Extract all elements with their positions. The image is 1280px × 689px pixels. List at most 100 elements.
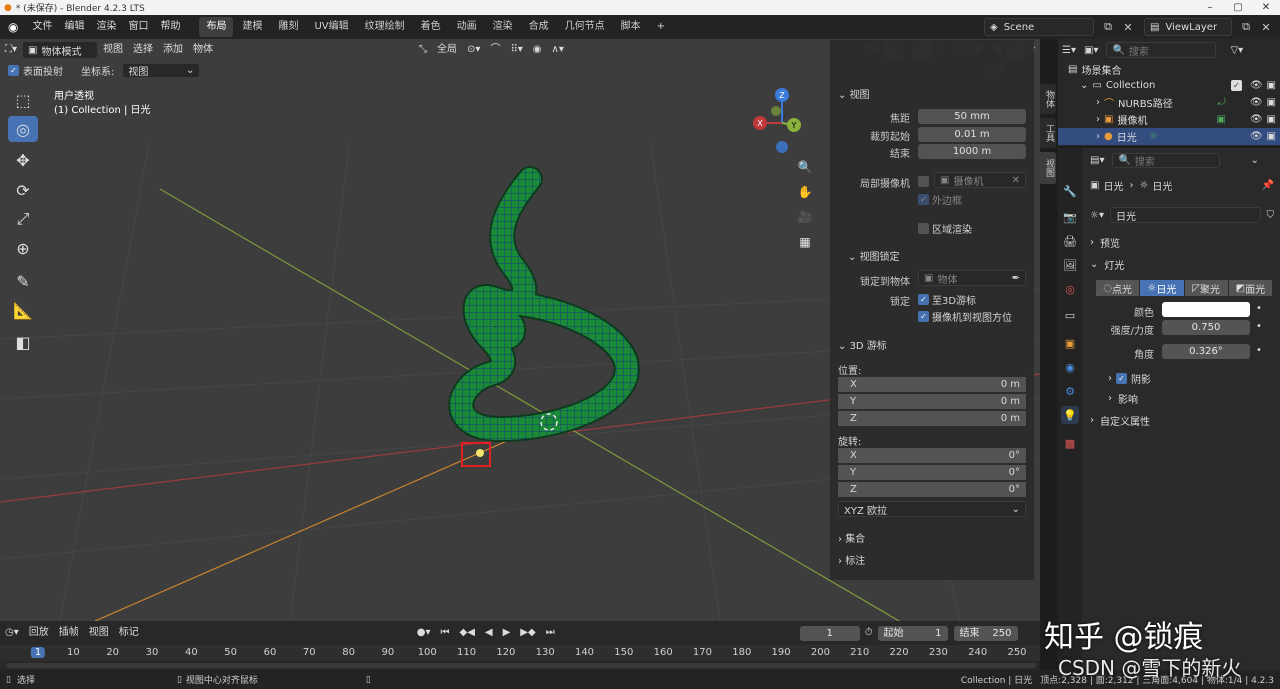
fake-user-shield-icon[interactable]: ⛉ xyxy=(1267,210,1275,221)
preview-range-icon[interactable]: ⏱ xyxy=(860,623,878,643)
preview-panel-header[interactable]: › 预览 xyxy=(1090,233,1274,251)
output-tab-icon[interactable]: 🖨 xyxy=(1061,232,1079,250)
tab-sculpting[interactable]: 雕刻 xyxy=(271,17,305,37)
view-layer-tab-icon[interactable]: 🖼 xyxy=(1061,256,1079,274)
start-frame-field[interactable]: 起始 1 xyxy=(877,625,948,641)
camera-picker[interactable]: ▣ 摄像机 ✕ xyxy=(934,172,1026,188)
local-camera-checkbox[interactable] xyxy=(918,176,929,187)
eye-icon[interactable]: 👁 xyxy=(1250,97,1263,108)
move-tool-icon[interactable]: ✥ xyxy=(8,147,38,173)
delete-scene-icon[interactable]: ✕ xyxy=(1118,18,1138,36)
snap-icon[interactable]: ⌒ xyxy=(485,40,505,60)
play-icon[interactable]: ▶ xyxy=(498,623,516,643)
clip-start-field[interactable]: 0.01 m xyxy=(918,127,1026,142)
editor-type-icon[interactable]: ⛶▾ xyxy=(0,40,22,60)
perspective-toggle-icon[interactable]: ▦ xyxy=(794,231,816,253)
eye-icon[interactable]: 👁 xyxy=(1250,131,1263,142)
tab-shading[interactable]: 着色 xyxy=(414,17,448,37)
current-frame-field[interactable]: 1 xyxy=(799,625,860,641)
snap-settings-icon[interactable]: ⠿▾ xyxy=(505,40,527,60)
coord-system-dropdown[interactable]: 视图 ⌄ xyxy=(122,62,201,78)
outliner-item-camera[interactable]: › ▣ 摄像机 ▣ 👁 ▣ xyxy=(1058,111,1280,128)
physics-tab-icon[interactable]: ◉ xyxy=(1061,358,1079,376)
pin-icon[interactable]: 📌 xyxy=(1262,180,1274,191)
object-tab-icon[interactable]: ▣ xyxy=(1061,334,1079,352)
play-reverse-icon[interactable]: ◀ xyxy=(480,623,498,643)
view-lock-section-header[interactable]: ⌄ 视图锁定 xyxy=(848,248,900,263)
tab-compositing[interactable]: 合成 xyxy=(522,17,556,37)
camera-view-icon[interactable]: 🎥 xyxy=(794,206,816,228)
camera-render-icon[interactable]: ▣ xyxy=(1267,80,1276,91)
expand-icon[interactable]: › xyxy=(1096,131,1100,142)
menu-help[interactable]: 帮助 xyxy=(154,15,186,39)
influence-subpanel-header[interactable]: › 影响 xyxy=(1108,389,1274,407)
custom-props-panel-header[interactable]: › 自定义属性 xyxy=(1090,411,1274,429)
tab-geometry-nodes[interactable]: 几何节点 xyxy=(558,17,612,37)
exclude-checkbox[interactable]: ✓ xyxy=(1230,80,1242,91)
color-swatch[interactable] xyxy=(1162,302,1250,317)
jump-end-icon[interactable]: ⏭ xyxy=(541,623,560,643)
annotation-section-header[interactable]: › 标注 xyxy=(838,552,865,567)
filter-icon[interactable]: ▽▾ xyxy=(1230,45,1243,56)
strength-field[interactable]: 0.750 xyxy=(1162,320,1250,335)
focal-length-field[interactable]: 50 mm xyxy=(918,109,1026,124)
outliner-item-nurbs[interactable]: › ⌒ NURBS路径 ⤾ 👁 ▣ xyxy=(1058,94,1280,111)
expand-icon[interactable]: › xyxy=(1096,114,1100,125)
location-x-field[interactable]: X 0 m xyxy=(838,377,1026,392)
light-type-spot[interactable]: ◸ 聚光 xyxy=(1184,280,1228,296)
location-z-field[interactable]: Z 0 m xyxy=(838,411,1026,426)
transform-orientation-icon[interactable]: ⤡ xyxy=(414,40,432,60)
rotation-x-field[interactable]: X 0° xyxy=(838,448,1026,463)
properties-search-input[interactable]: 🔍 搜索 xyxy=(1112,152,1221,168)
menu-window[interactable]: 窗口 xyxy=(122,15,154,39)
menu-select[interactable]: 选择 xyxy=(128,40,158,60)
add-cube-tool-icon[interactable]: ◧ xyxy=(8,329,38,355)
menu-playback[interactable]: 回放 xyxy=(24,623,54,643)
keyframe-dot-icon[interactable]: • xyxy=(1256,345,1262,356)
location-y-field[interactable]: Y 0 m xyxy=(838,394,1026,409)
clip-end-field[interactable]: 1000 m xyxy=(918,144,1026,159)
eye-icon[interactable]: 👁 xyxy=(1250,114,1263,125)
outliner-editor-icon[interactable]: ☰▾ xyxy=(1062,45,1076,56)
rotation-mode-dropdown[interactable]: XYZ 欧拉 ⌄ xyxy=(838,501,1026,517)
camera-render-icon[interactable]: ▣ xyxy=(1267,114,1276,125)
3d-cursor-section-header[interactable]: ⌄ 3D 游标 xyxy=(838,337,887,352)
scale-tool-icon[interactable]: ⤢ xyxy=(8,206,38,232)
menu-render[interactable]: 渲染 xyxy=(90,15,122,39)
shadow-subpanel-header[interactable]: › ✓ 阴影 xyxy=(1108,369,1274,387)
pivot-icon[interactable]: ⊙▾ xyxy=(462,40,485,60)
menu-object[interactable]: 物体 xyxy=(188,40,218,60)
sidebar-tab-tool[interactable]: 工具 xyxy=(1040,118,1056,148)
tool-tab-icon[interactable]: 🔧 xyxy=(1061,182,1079,200)
angle-field[interactable]: 0.326° xyxy=(1162,344,1250,359)
eyedropper-icon[interactable]: ✒ xyxy=(1012,273,1020,284)
texture-tab-icon[interactable]: ▩ xyxy=(1061,434,1079,452)
auto-key-icon[interactable]: ●▾ xyxy=(412,623,436,643)
prev-keyframe-icon[interactable]: ◆◀ xyxy=(455,623,480,643)
pan-hand-icon[interactable]: ✋ xyxy=(794,181,816,203)
transform-tool-icon[interactable]: ⊕ xyxy=(8,235,38,261)
view-layer-selector[interactable]: ▤ ViewLayer xyxy=(1144,18,1232,36)
render-tab-icon[interactable]: 📷 xyxy=(1061,208,1079,226)
falloff-icon[interactable]: ∧▾ xyxy=(547,40,569,60)
menu-timeline-view[interactable]: 视图 xyxy=(84,623,114,643)
region-render-checkbox[interactable] xyxy=(918,223,929,234)
zoom-icon[interactable]: 🔍 xyxy=(794,156,816,178)
measure-tool-icon[interactable]: 📐 xyxy=(8,297,38,323)
menu-edit[interactable]: 编辑 xyxy=(58,15,90,39)
scene-selector[interactable]: ◈ Scene xyxy=(984,18,1094,36)
timeline-scrollbar[interactable] xyxy=(6,663,1036,668)
camera-to-view-checkbox[interactable]: ✓ xyxy=(918,311,929,322)
tab-uv-editing[interactable]: UV编辑 xyxy=(307,17,355,37)
navigation-gizmo[interactable]: Z X Y xyxy=(750,85,820,165)
menu-add[interactable]: 添加 xyxy=(158,40,188,60)
tab-layout[interactable]: 布局 xyxy=(199,17,234,37)
sidebar-tab-view[interactable]: 视图 xyxy=(1040,152,1056,184)
tab-rendering[interactable]: 渲染 xyxy=(486,17,520,37)
eye-icon[interactable]: 👁 xyxy=(1250,80,1263,91)
proportional-edit-icon[interactable]: ◉ xyxy=(528,40,547,60)
add-workspace-button[interactable]: + xyxy=(650,17,672,37)
collection-section-header[interactable]: › 集合 xyxy=(838,530,865,545)
outliner-search-input[interactable]: 🔍 搜索 xyxy=(1106,42,1217,58)
collection-row[interactable]: ⌄ ▭ Collection ✓ 👁 ▣ xyxy=(1058,77,1280,94)
